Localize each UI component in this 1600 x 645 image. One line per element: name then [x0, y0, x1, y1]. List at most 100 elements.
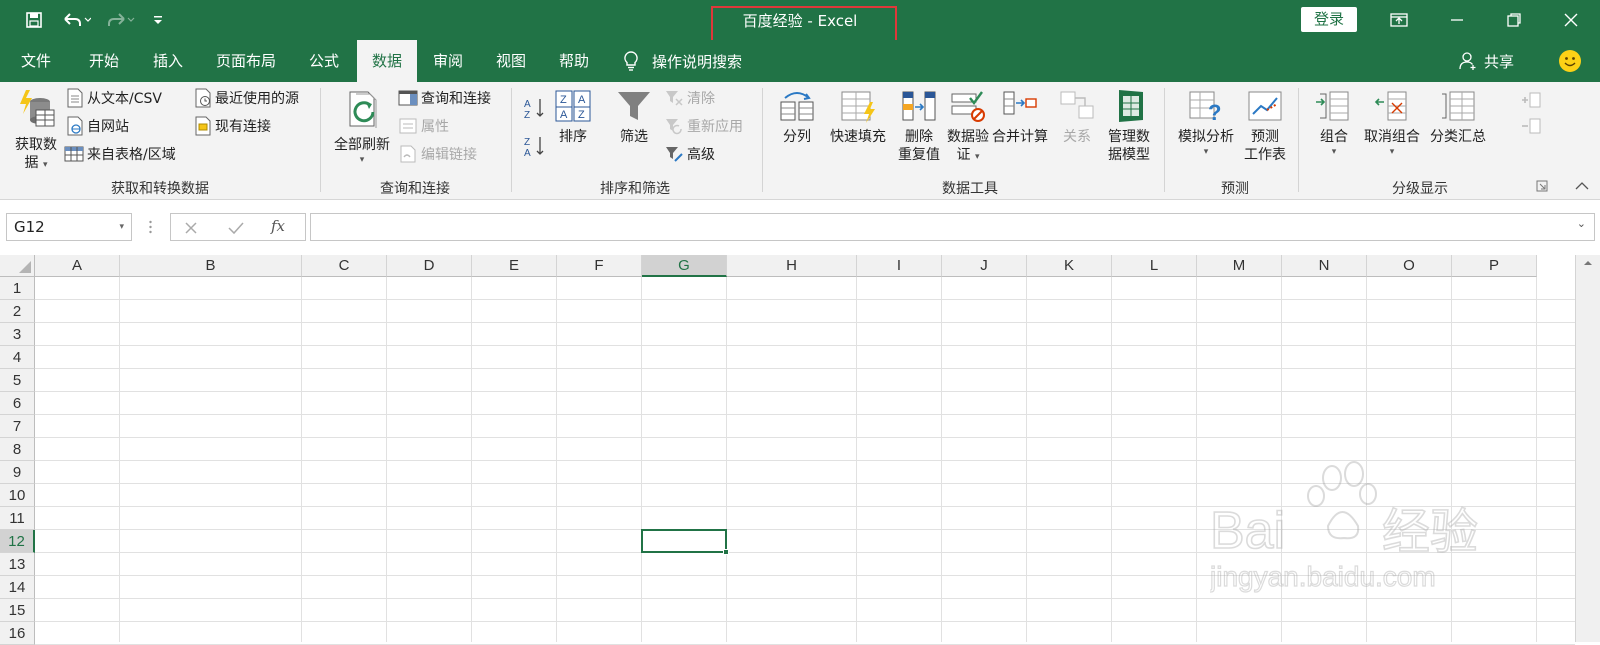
column-header[interactable]: L: [1112, 255, 1197, 277]
sort-descending-button[interactable]: ZA: [522, 134, 546, 158]
row-header[interactable]: 6: [0, 392, 35, 415]
share-button[interactable]: 共享: [1458, 49, 1514, 73]
close-icon[interactable]: [1556, 8, 1586, 32]
show-detail-button[interactable]: [1520, 88, 1542, 112]
row-header[interactable]: 15: [0, 599, 35, 622]
minimize-icon[interactable]: [1442, 8, 1472, 32]
recent-sources-button[interactable]: 最近使用的源: [194, 86, 299, 110]
select-all-corner[interactable]: [0, 255, 35, 277]
column-header[interactable]: G: [642, 255, 727, 277]
expand-formula-bar-icon[interactable]: ⌄: [1577, 217, 1586, 230]
ribbon-display-options-icon[interactable]: [1384, 8, 1414, 32]
group-label-queries: 查询和连接: [380, 181, 450, 197]
group-button[interactable]: 组合 ▾: [1310, 88, 1358, 158]
row-header[interactable]: 3: [0, 323, 35, 346]
column-header[interactable]: B: [120, 255, 302, 277]
data-validation-button[interactable]: 数据验 证 ▾: [940, 88, 996, 164]
manage-data-model-button[interactable]: 管理数 据模型: [1104, 88, 1154, 164]
tell-me-search[interactable]: 操作说明搜索: [622, 49, 742, 73]
cancel-icon[interactable]: [183, 220, 199, 236]
tab-home[interactable]: 开始: [78, 40, 130, 82]
column-header[interactable]: J: [942, 255, 1027, 277]
reapply-button[interactable]: 重新应用: [664, 114, 743, 138]
row-header[interactable]: 14: [0, 576, 35, 599]
scroll-up-icon[interactable]: [1582, 257, 1594, 269]
remove-duplicates-label-1: 删除: [905, 129, 933, 145]
properties-icon: [399, 118, 417, 134]
fill-handle[interactable]: [723, 549, 729, 555]
column-header[interactable]: M: [1197, 255, 1282, 277]
column-header[interactable]: D: [387, 255, 472, 277]
remove-duplicates-button[interactable]: 删除 重复值: [892, 88, 946, 164]
sort-button[interactable]: ZAAZ 排序: [552, 88, 594, 146]
refresh-all-button[interactable]: 全部刷新 ▾: [330, 88, 394, 166]
clear-filter-button[interactable]: 清除: [664, 86, 715, 110]
row-header[interactable]: 5: [0, 369, 35, 392]
row-header[interactable]: 8: [0, 438, 35, 461]
sort-ascending-button[interactable]: AZ: [522, 96, 546, 120]
relationships-button[interactable]: 关系: [1056, 88, 1098, 146]
column-header[interactable]: C: [302, 255, 387, 277]
tab-data[interactable]: 数据: [357, 40, 417, 82]
consolidate-button[interactable]: 合并计算: [990, 88, 1050, 146]
row-header[interactable]: 13: [0, 553, 35, 576]
column-header[interactable]: E: [472, 255, 557, 277]
active-cell[interactable]: [641, 529, 729, 555]
properties-button[interactable]: 属性: [398, 114, 449, 138]
row-header[interactable]: 4: [0, 346, 35, 369]
insert-function-button[interactable]: fx: [271, 217, 285, 235]
column-header[interactable]: P: [1452, 255, 1537, 277]
advanced-filter-button[interactable]: 高级: [664, 142, 715, 166]
ungroup-button[interactable]: 取消组合 ▾: [1360, 88, 1424, 158]
tab-file[interactable]: 文件: [10, 40, 62, 82]
existing-connections-button[interactable]: 现有连接: [194, 114, 271, 138]
hide-detail-icon: [1522, 118, 1541, 134]
restore-icon[interactable]: [1499, 8, 1529, 32]
forecast-sheet-button[interactable]: 预测 工作表: [1240, 88, 1290, 164]
what-if-analysis-button[interactable]: ? 模拟分析 ▾: [1174, 88, 1238, 158]
flash-fill-button[interactable]: 快速填充: [826, 88, 890, 146]
tab-review[interactable]: 审阅: [420, 40, 476, 82]
row-header[interactable]: 10: [0, 484, 35, 507]
filter-button[interactable]: 筛选: [612, 88, 656, 146]
row-header[interactable]: 2: [0, 300, 35, 323]
queries-connections-label: 查询和连接: [421, 91, 491, 107]
chevron-down-icon[interactable]: ▾: [119, 214, 124, 240]
subtotal-button[interactable]: 分类汇总: [1426, 88, 1490, 146]
column-header[interactable]: N: [1282, 255, 1367, 277]
from-text-csv-button[interactable]: 从文本/CSV: [66, 86, 162, 110]
hide-detail-button[interactable]: [1520, 114, 1542, 138]
get-data-button[interactable]: 获取数 据 ▾: [8, 88, 64, 172]
enter-check-icon[interactable]: [227, 220, 245, 236]
ungroup-label: 取消组合: [1364, 129, 1420, 145]
tab-page-layout[interactable]: 页面布局: [208, 40, 284, 82]
column-header[interactable]: A: [35, 255, 120, 277]
smiley-feedback-icon[interactable]: [1558, 49, 1582, 73]
row-header[interactable]: 7: [0, 415, 35, 438]
column-header[interactable]: F: [557, 255, 642, 277]
clear-filter-label: 清除: [687, 91, 715, 107]
queries-connections-button[interactable]: 查询和连接: [398, 86, 491, 110]
name-box[interactable]: G12 ▾: [6, 213, 132, 241]
collapse-ribbon-icon[interactable]: [1574, 174, 1590, 198]
tab-view[interactable]: 视图: [483, 40, 539, 82]
from-web-button[interactable]: 自网站: [66, 114, 129, 138]
formula-input[interactable]: ⌄: [310, 213, 1595, 241]
column-header[interactable]: H: [727, 255, 857, 277]
row-header[interactable]: 9: [0, 461, 35, 484]
row-header[interactable]: 12: [0, 530, 35, 553]
row-header[interactable]: 1: [0, 277, 35, 300]
vertical-scrollbar[interactable]: [1575, 255, 1600, 642]
column-header[interactable]: K: [1027, 255, 1112, 277]
tab-formulas[interactable]: 公式: [296, 40, 352, 82]
tab-help[interactable]: 帮助: [546, 40, 602, 82]
from-table-button[interactable]: 来自表格/区域: [64, 142, 176, 166]
column-header[interactable]: O: [1367, 255, 1452, 277]
outline-dialog-launcher-icon[interactable]: [1536, 174, 1548, 198]
edit-links-button[interactable]: 编辑链接: [398, 142, 477, 166]
row-header[interactable]: 11: [0, 507, 35, 530]
tab-insert[interactable]: 插入: [140, 40, 196, 82]
login-button[interactable]: 登录: [1301, 7, 1357, 32]
text-to-columns-button[interactable]: 分列: [776, 88, 818, 146]
column-header[interactable]: I: [857, 255, 942, 277]
